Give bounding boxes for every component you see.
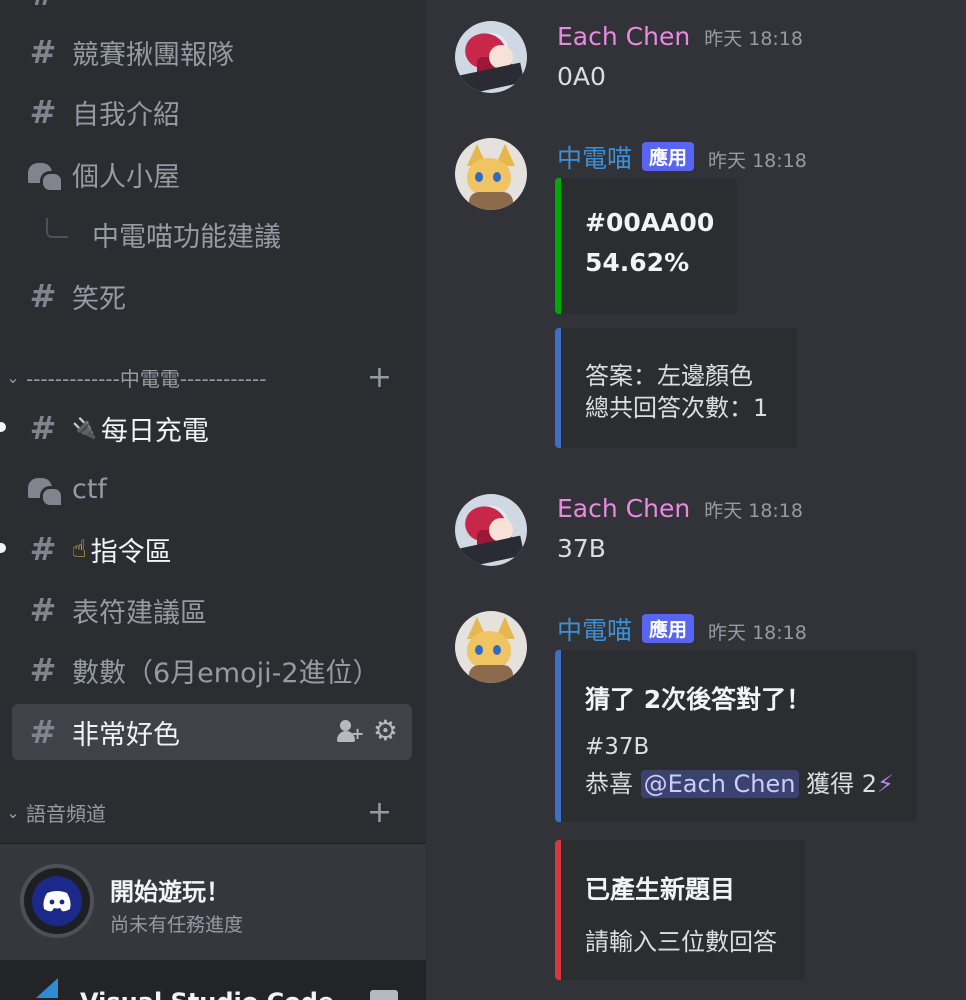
vscode-icon bbox=[14, 978, 58, 998]
thread-name: 中電喵功能建議 bbox=[92, 221, 281, 253]
channel-name: 表符建議區 bbox=[72, 597, 207, 629]
add-channel-plus-icon[interactable]: + bbox=[367, 360, 392, 395]
message-header: Each Chen 昨天 18:18 bbox=[557, 22, 803, 51]
bot-avatar[interactable] bbox=[455, 138, 527, 210]
chevron-down-icon: ⌄ bbox=[6, 802, 20, 822]
channel-name: 指令區 bbox=[90, 536, 172, 568]
channel-emoji: 🔌 bbox=[72, 416, 97, 440]
channel-item[interactable]: # 笑死 bbox=[12, 268, 412, 324]
timestamp: 昨天 18:18 bbox=[704, 500, 803, 522]
embed-title: 已產生新題目 bbox=[585, 875, 736, 904]
new-question-embed: 已產生新題目 請輸入三位數回答 bbox=[555, 840, 805, 980]
channel-name: 笑死 bbox=[72, 283, 126, 315]
embed-answer-count: 總共回答次數：1 bbox=[585, 394, 769, 422]
hash-icon: # bbox=[29, 277, 57, 315]
gear-icon[interactable]: ⚙ bbox=[373, 717, 398, 745]
unread-indicator bbox=[0, 543, 6, 553]
user-avatar[interactable] bbox=[455, 21, 527, 93]
message-header: 中電喵 應用 昨天 18:18 bbox=[557, 611, 807, 647]
embed-title: 猜了 2次後答對了！ bbox=[585, 685, 812, 714]
forum-channel-item[interactable]: 個人小屋 bbox=[12, 146, 412, 202]
bot-avatar[interactable] bbox=[455, 611, 527, 683]
open-external-icon[interactable] bbox=[370, 990, 398, 1000]
embed-code: #37B bbox=[585, 734, 650, 760]
hash-icon: # bbox=[29, 93, 57, 131]
activity-card[interactable]: 開始遊玩！ 尚未有任務進度 bbox=[0, 843, 426, 960]
channel-item-partial[interactable]: # bbox=[12, 0, 412, 22]
app-badge: 應用 bbox=[642, 142, 695, 171]
message-header: Each Chen 昨天 18:18 bbox=[557, 494, 803, 523]
hash-icon: # bbox=[26, 0, 60, 13]
color-embed: #00AA00 54.62% bbox=[555, 178, 737, 314]
channel-item[interactable]: # 競賽揪團報隊 bbox=[12, 24, 412, 80]
hash-icon: # bbox=[29, 651, 57, 689]
lightning-bolt-icon: ⚡ bbox=[877, 770, 894, 798]
timestamp: 昨天 18:18 bbox=[704, 28, 803, 50]
now-playing-row[interactable]: Visual Studio Code bbox=[0, 960, 426, 1000]
timestamp: 昨天 18:18 bbox=[708, 622, 807, 644]
now-playing-label: Visual Studio Code bbox=[80, 988, 334, 1000]
user-avatar[interactable] bbox=[455, 494, 527, 566]
channel-name: 自我介紹 bbox=[72, 99, 180, 131]
author-name[interactable]: 中電喵 bbox=[557, 611, 632, 647]
channel-name: 數數（6月emoji-2進位） bbox=[72, 657, 380, 689]
user-mention[interactable]: @Each Chen bbox=[640, 770, 799, 798]
congrats-suffix: 獲得 2 bbox=[806, 770, 878, 798]
unread-indicator bbox=[0, 422, 6, 432]
forum-icon bbox=[26, 472, 64, 508]
author-name[interactable]: Each Chen bbox=[557, 494, 690, 523]
channel-name: 競賽揪團報隊 bbox=[72, 39, 234, 71]
forum-icon bbox=[26, 157, 64, 193]
hash-icon: # bbox=[29, 409, 57, 447]
message-content: 0A0 bbox=[557, 62, 606, 91]
embed-instruction: 請輸入三位數回答 bbox=[585, 928, 777, 956]
activity-title: 開始遊玩！ bbox=[110, 878, 230, 906]
channel-name: 個人小屋 bbox=[72, 161, 180, 193]
author-name[interactable]: Each Chen bbox=[557, 22, 690, 51]
channel-item[interactable]: # ☝ 指令區 bbox=[0, 521, 412, 577]
message-content: 37B bbox=[557, 534, 606, 563]
discord-icon bbox=[43, 891, 71, 912]
channel-item[interactable]: # 數數（6月emoji-2進位） bbox=[12, 642, 412, 698]
author-name[interactable]: 中電喵 bbox=[557, 139, 632, 175]
message-header: 中電喵 應用 昨天 18:18 bbox=[557, 139, 807, 175]
thread-branch-icon bbox=[46, 218, 68, 238]
category-name: 語音頻道 bbox=[26, 801, 106, 826]
channel-item[interactable]: # 表符建議區 bbox=[12, 582, 412, 638]
app-badge: 應用 bbox=[642, 614, 695, 643]
invite-member-icon[interactable]: + bbox=[336, 718, 364, 744]
category-header[interactable]: ⌄ 語音頻道 + bbox=[0, 792, 426, 832]
hash-icon: # bbox=[29, 713, 57, 751]
channel-name: 非常好色 bbox=[72, 719, 180, 751]
channel-sidebar: # # 競賽揪團報隊 # 自我介紹 個人小屋 中電喵功能建議 # 笑死 ⌄ --… bbox=[0, 0, 426, 1000]
channel-name: ctf bbox=[72, 473, 107, 505]
category-name: -------------中電電------------ bbox=[26, 366, 267, 391]
activity-subtitle: 尚未有任務進度 bbox=[110, 914, 244, 936]
embed-congrats: 恭喜 @Each Chen 獲得 2⚡ bbox=[585, 764, 894, 799]
answer-embed: 答案：左邊顏色 總共回答次數：1 bbox=[555, 328, 797, 448]
result-embed: 猜了 2次後答對了！ #37B 恭喜 @Each Chen 獲得 2⚡ bbox=[555, 650, 917, 822]
hash-icon: # bbox=[29, 591, 57, 629]
hash-icon: # bbox=[29, 33, 57, 71]
embed-color-code: #00AA00 bbox=[585, 208, 715, 237]
channel-item-selected[interactable]: # 非常好色 + ⚙ bbox=[12, 704, 412, 760]
hash-icon: # bbox=[29, 530, 57, 568]
timestamp: 昨天 18:18 bbox=[708, 150, 807, 172]
thread-item[interactable]: 中電喵功能建議 bbox=[12, 206, 412, 262]
channel-item[interactable]: # 自我介紹 bbox=[12, 84, 412, 140]
add-channel-plus-icon[interactable]: + bbox=[367, 795, 392, 830]
channel-item[interactable]: # 🔌 每日充電 bbox=[0, 400, 412, 456]
channel-emoji: ☝ bbox=[72, 535, 87, 563]
channel-name: 每日充電 bbox=[100, 415, 209, 447]
category-header[interactable]: ⌄ -------------中電電------------ + bbox=[0, 357, 426, 397]
chevron-down-icon: ⌄ bbox=[6, 367, 20, 387]
forum-channel-item[interactable]: ctf bbox=[12, 461, 412, 517]
embed-answer: 答案：左邊顏色 bbox=[585, 362, 753, 390]
congrats-prefix: 恭喜 bbox=[585, 770, 633, 798]
embed-percentage: 54.62% bbox=[585, 248, 690, 277]
activity-avatar bbox=[20, 864, 94, 938]
